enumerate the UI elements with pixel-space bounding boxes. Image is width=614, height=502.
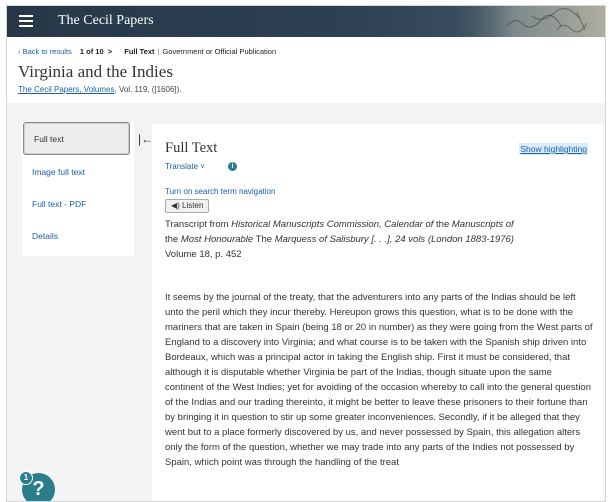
listen-button[interactable]: ◀) Listen [165,199,210,213]
help-notification-badge: 1 [19,471,33,485]
document-type: Full Text | Government or Official Publica… [124,47,276,56]
brand-title[interactable]: The Cecil Papers [58,13,154,29]
transcript-connector-3: The [253,234,275,245]
menu-icon[interactable] [19,15,33,27]
transcript-title-part1: Historical Manuscripts Commission, Calen… [231,219,434,230]
sidebar-item-details[interactable]: Details [22,220,130,252]
manuscript-banner-image [437,6,605,37]
result-position: 1 of 10 [80,47,104,56]
back-to-results-link[interactable]: ‹ Back to results [18,47,72,56]
breadcrumb: ‹ Back to results 1 of 10 > Full Text | Go… [18,47,276,56]
search-term-navigation-link[interactable]: Turn on search term navigation [165,187,275,196]
app-frame: The Cecil Papers ‹ Back to results 1 of … [6,5,606,502]
translate-dropdown[interactable]: Translate ˅ [165,162,205,171]
full-text-panel: Full Text Show highlighting Translate ˅ … [152,124,603,501]
source-details: , Vol. 119, ([1606]). [114,85,182,94]
transcript-connector-1: the [433,219,452,230]
transcript-title-part4: Marquess of Salisbury [. . .], 24 vols (… [274,234,514,245]
document-body-text: It seems by the journal of the treaty, t… [165,292,593,468]
page-title: Virginia and the Indies [18,62,173,81]
collapse-sidebar-icon[interactable]: |← [138,132,153,146]
transcript-source: Transcript from Historical Manuscripts C… [165,217,595,262]
result-total: of 10 [86,47,104,56]
sidebar-item-full-text-pdf[interactable]: Full text - PDF [22,188,130,220]
transcript-volume: Volume 18, p. 452 [165,249,242,260]
back-to-results-label: Back to results [22,47,72,56]
transcript-title-part2: Manuscripts of [451,219,514,230]
source-citation: The Cecil Papers, Volumes, Vol. 119, ([1… [18,85,182,94]
sidebar-item-full-text[interactable]: Full text [23,122,130,155]
transcript-prefix: Transcript from [165,219,232,230]
transcript-connector-2: the [165,234,181,245]
document-header: ‹ Back to results 1 of 10 > Full Text | Go… [7,37,605,103]
document-type-separator: | [157,47,160,56]
full-text-heading: Full Text [165,140,218,156]
top-bar: The Cecil Papers [7,6,605,37]
next-result-arrow[interactable]: > [108,47,112,56]
sidebar-item-image-full-text[interactable]: Image full text [22,156,130,188]
document-type-label: Full Text [124,47,155,56]
document-type-value: Government or Official Publication [162,47,277,56]
show-highlighting-link[interactable]: Show highlighting [519,143,588,155]
info-icon[interactable]: i [228,162,237,171]
source-link[interactable]: The Cecil Papers, Volumes [18,85,115,94]
transcript-title-part3: Most Honourable [180,234,254,245]
result-index: 1 [79,47,85,56]
sidebar: Full text Image full text Full text - PD… [22,122,134,256]
